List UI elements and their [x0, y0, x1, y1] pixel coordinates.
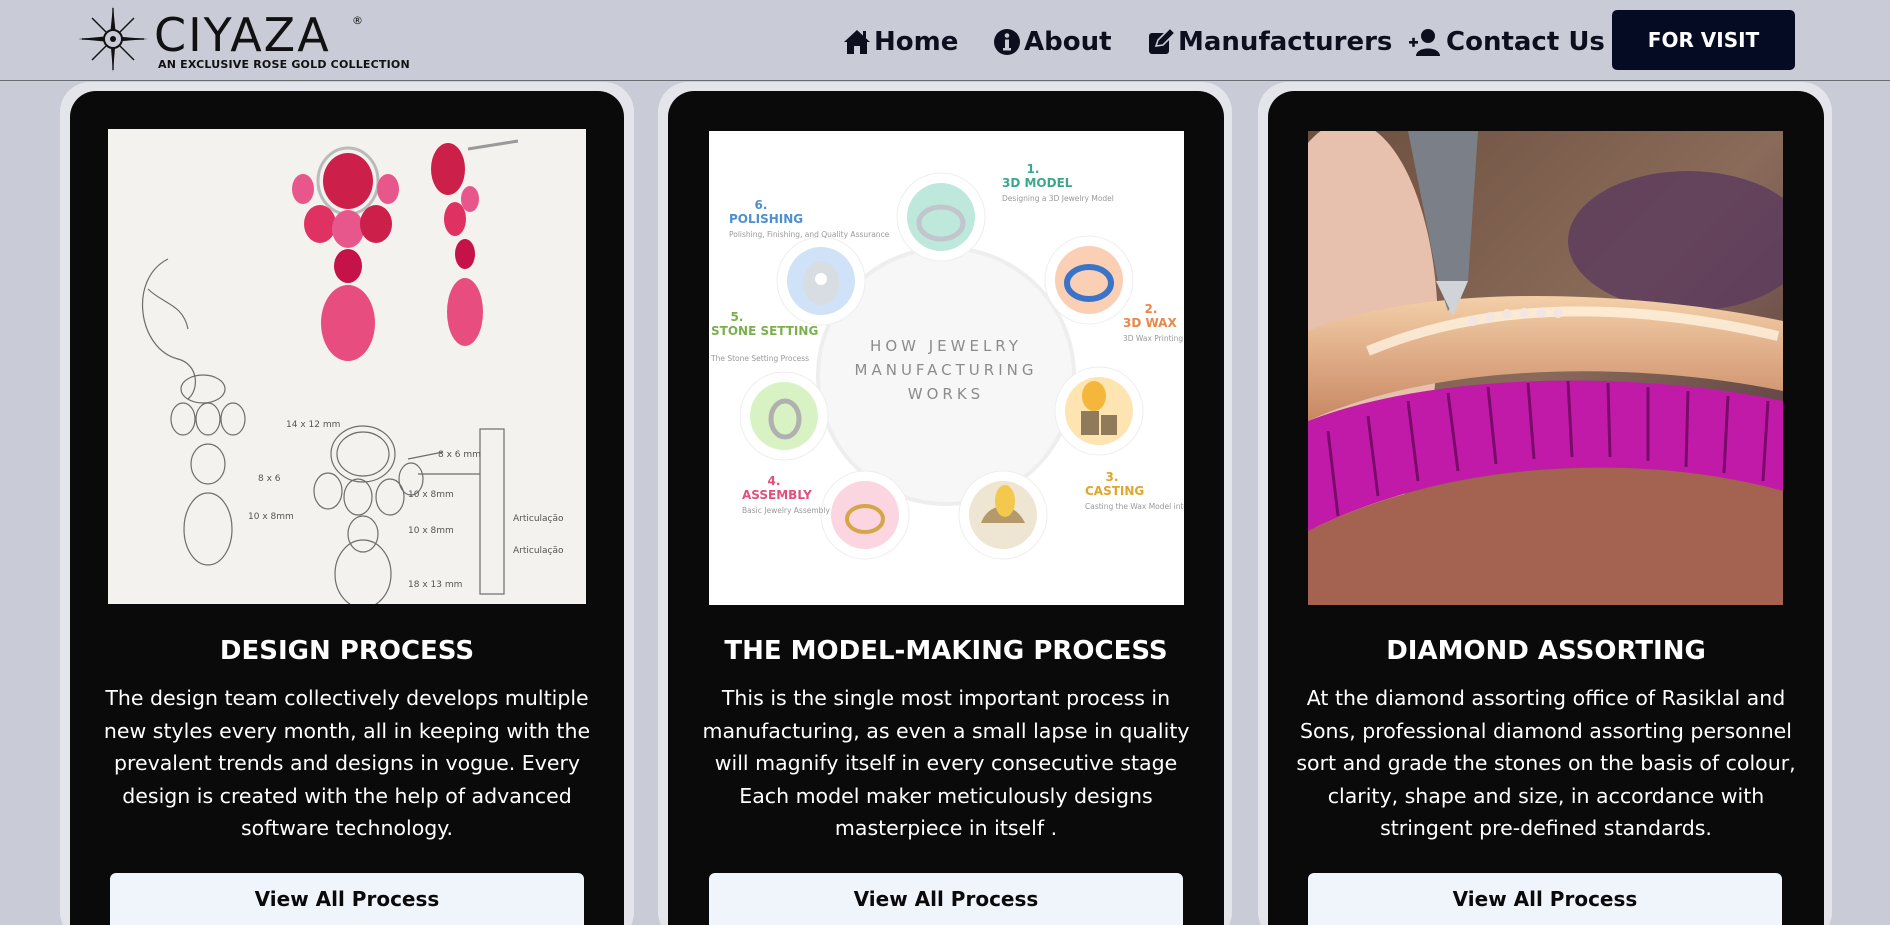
nav-manufacturers-label: Manufacturers	[1178, 27, 1393, 57]
step-1-desc: Designing a 3D Jewelry Model	[1002, 194, 1114, 203]
edit-icon	[1149, 27, 1176, 54]
nav-about[interactable]: About	[992, 22, 1112, 62]
nav-home[interactable]: Home	[842, 22, 958, 62]
home-icon	[844, 30, 870, 54]
step-3-number: 3.	[1106, 470, 1119, 484]
brand-logo[interactable]: CIYAZA ® AN EXCLUSIVE ROSE GOLD COLLECTI…	[78, 6, 410, 72]
infographic-center-line-2: MANUFACTURING	[855, 361, 1038, 379]
info-icon	[994, 29, 1020, 55]
step-2-desc: 3D Wax Printing your Jewelry	[1123, 334, 1184, 343]
diamond-assorting-image	[1308, 131, 1783, 605]
brand-name: CIYAZA	[154, 8, 331, 62]
step-6-name: POLISHING	[729, 212, 803, 226]
svg-text:Articulação: Articulação	[513, 514, 564, 524]
step-2-name: 3D WAX	[1123, 316, 1177, 330]
registered-mark: ®	[352, 14, 363, 27]
step-4-name: ASSEMBLY	[742, 488, 812, 502]
model-making-image: HOW JEWELRY MANUFACTURING WORKS 1. 3D MO…	[709, 131, 1184, 605]
step-1-number: 1.	[1027, 162, 1040, 176]
add-user-icon	[1409, 29, 1440, 56]
step-4-desc: Basic Jewelry Assembly	[742, 506, 831, 515]
for-visit-button[interactable]: FOR VISIT	[1612, 10, 1795, 70]
svg-text:8 x 6: 8 x 6	[258, 474, 281, 484]
view-all-process-button[interactable]: View All Process	[1308, 873, 1782, 925]
sparkle-logo-icon	[78, 6, 148, 72]
svg-text:8 x 6 mm: 8 x 6 mm	[438, 450, 481, 460]
svg-text:10 x 8mm: 10 x 8mm	[248, 512, 294, 522]
model-making-card: HOW JEWELRY MANUFACTURING WORKS 1. 3D MO…	[668, 91, 1224, 925]
card-title: DIAMOND ASSORTING	[1386, 636, 1706, 666]
nav-contact-label: Contact Us	[1446, 27, 1605, 57]
view-all-process-button[interactable]: View All Process	[709, 873, 1183, 925]
nav-manufacturers[interactable]: Manufacturers	[1146, 22, 1392, 62]
svg-text:10 x 8mm: 10 x 8mm	[408, 490, 454, 500]
step-6-desc: Polishing, Finishing, and Quality Assura…	[729, 230, 890, 239]
step-5-desc: The Stone Setting Process	[710, 354, 809, 363]
ring-setting-photo	[1308, 131, 1783, 605]
step-2-number: 2.	[1145, 302, 1158, 316]
card-description: This is the single most important proces…	[702, 686, 1190, 840]
design-process-image: 14 x 12 mm 8 x 6 mm 10 x 8mm 8 x 6 10 x …	[108, 129, 586, 604]
infographic-center-line-3: WORKS	[908, 385, 984, 403]
brand-tagline: AN EXCLUSIVE ROSE GOLD COLLECTION	[158, 58, 410, 71]
earring-sketch-illustration: 14 x 12 mm 8 x 6 mm 10 x 8mm 8 x 6 10 x …	[108, 129, 586, 604]
site-header: CIYAZA ® AN EXCLUSIVE ROSE GOLD COLLECTI…	[0, 0, 1890, 81]
svg-text:Articulação: Articulação	[513, 546, 564, 556]
nav-about-label: About	[1024, 27, 1112, 57]
manufacturing-infographic: HOW JEWELRY MANUFACTURING WORKS 1. 3D MO…	[709, 131, 1184, 605]
design-process-card: 14 x 12 mm 8 x 6 mm 10 x 8mm 8 x 6 10 x …	[70, 91, 624, 925]
step-3-desc: Casting the Wax Model into Metal	[1085, 502, 1184, 511]
card-title: DESIGN PROCESS	[219, 636, 475, 666]
card-description: The design team collectively develops mu…	[103, 686, 591, 840]
step-3-name: CASTING	[1085, 484, 1144, 498]
step-6-number: 6.	[755, 198, 768, 212]
card-title: THE MODEL-MAKING PROCESS	[724, 636, 1168, 666]
svg-text:18 x 13 mm: 18 x 13 mm	[408, 580, 462, 590]
step-4-number: 4.	[768, 474, 781, 488]
infographic-center-line-1: HOW JEWELRY	[870, 337, 1022, 355]
svg-text:14 x 12 mm: 14 x 12 mm	[286, 420, 340, 430]
svg-text:10 x 8mm: 10 x 8mm	[408, 526, 454, 536]
card-description: At the diamond assorting office of Rasik…	[1296, 686, 1796, 840]
step-5-name: STONE SETTING	[711, 324, 818, 338]
diamond-assorting-card: DIAMOND ASSORTING At the diamond assorti…	[1268, 91, 1824, 925]
step-5-number: 5.	[731, 310, 744, 324]
step-1-name: 3D MODEL	[1002, 176, 1073, 190]
view-all-process-button[interactable]: View All Process	[110, 873, 584, 925]
nav-contact[interactable]: Contact Us	[1408, 22, 1605, 62]
nav-home-label: Home	[874, 27, 959, 57]
